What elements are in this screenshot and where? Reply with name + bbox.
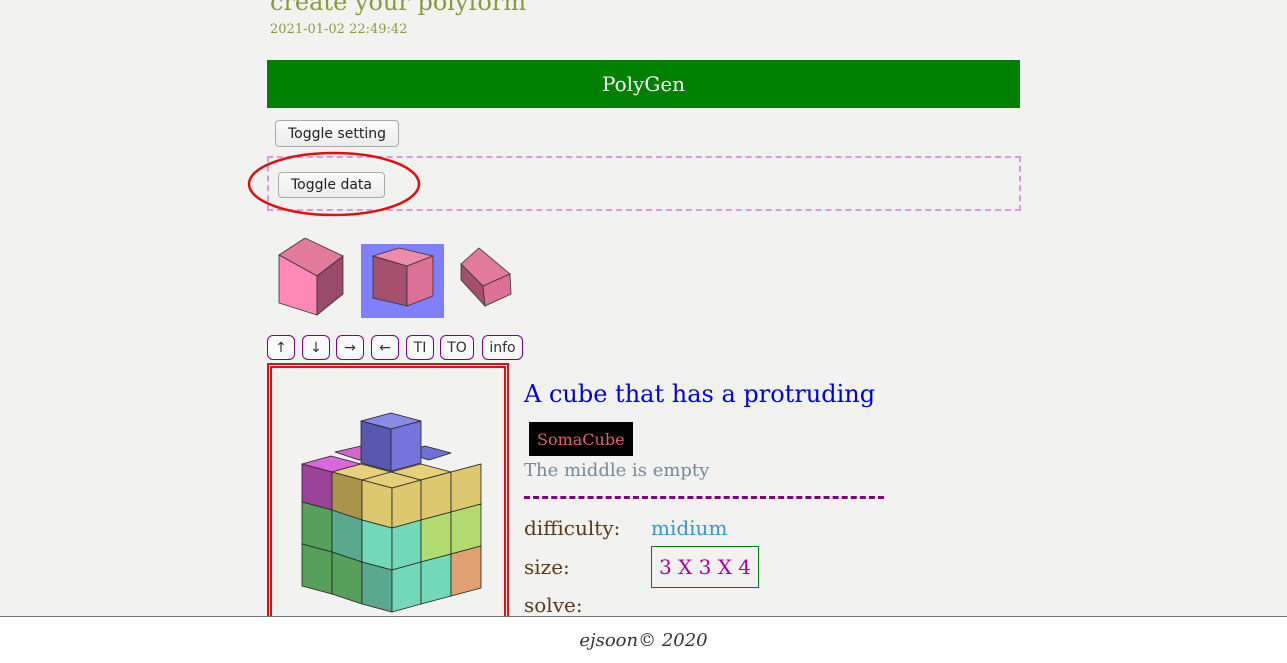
cube-tilted-icon [460, 247, 512, 308]
move-up-button[interactable]: ↑ [267, 335, 295, 360]
app-title-bar: PolyGen [267, 60, 1020, 108]
size-label: size: [524, 555, 570, 579]
cube-front-icon [278, 238, 344, 316]
puzzle-description: The middle is empty [524, 460, 710, 481]
page-title: create your polyform [270, 0, 527, 16]
cube-view-tilted-thumbnail[interactable] [455, 238, 538, 320]
cube-view-angled-thumbnail[interactable] [361, 244, 444, 318]
cube-angled-icon [371, 247, 435, 307]
solve-label: solve: [524, 593, 583, 617]
puzzle-title: A cube that has a protruding [524, 380, 876, 408]
size-value: 3 X 3 X 4 [651, 546, 759, 588]
info-button[interactable]: info [482, 335, 523, 360]
footer: ejsoon© 2020 [0, 616, 1287, 663]
to-button[interactable]: TO [440, 335, 474, 360]
timestamp: 2021-01-02 22:49:42 [270, 22, 408, 37]
difficulty-value: midium [651, 516, 728, 540]
move-right-button[interactable]: → [336, 335, 364, 360]
section-divider [524, 496, 884, 499]
difficulty-label: difficulty: [524, 516, 621, 540]
ti-button[interactable]: TI [406, 335, 434, 360]
soma-cube-illustration [301, 412, 482, 613]
cube-view-front-thumbnail[interactable] [275, 238, 358, 320]
move-down-button[interactable]: ↓ [302, 335, 330, 360]
category-tag[interactable]: SomaCube [529, 422, 633, 456]
puzzle-preview [267, 363, 509, 633]
highlight-circle-annotation [247, 151, 421, 217]
footer-copyright: ejsoon© 2020 [579, 629, 708, 651]
toggle-setting-button[interactable]: Toggle setting [275, 120, 399, 147]
move-left-button[interactable]: ← [371, 335, 399, 360]
